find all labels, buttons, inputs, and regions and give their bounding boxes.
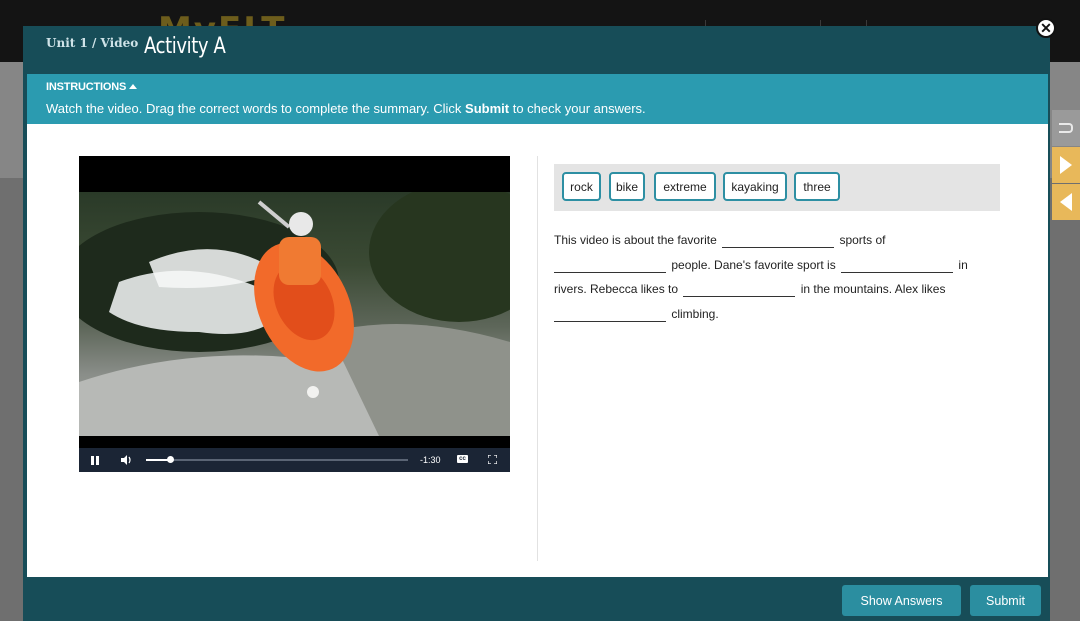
video-controls: -1:30 cc (79, 448, 510, 472)
drop-target-3[interactable] (841, 257, 954, 273)
volume-icon (120, 455, 131, 465)
side-tab-next[interactable] (1052, 147, 1080, 183)
pause-icon-bar (96, 455, 99, 465)
summary-segment: climbing. (671, 306, 719, 321)
time-remaining: -1:30 (420, 455, 441, 465)
instructions-text: Watch the video. Drag the correct words … (46, 101, 646, 116)
summary-segment: rivers. Rebecca likes to (554, 282, 679, 296)
summary-segment: in (958, 257, 968, 272)
word-chip-bike[interactable]: bike (609, 172, 645, 201)
word-chip-three[interactable]: three (794, 172, 840, 201)
word-bank: rock bike extreme kayaking three (554, 164, 1000, 211)
video-seek-bar[interactable] (146, 456, 408, 463)
summary-segment: sports of (839, 233, 886, 247)
seek-handle[interactable] (167, 456, 174, 463)
side-tab-previous[interactable] (1052, 184, 1080, 220)
summary-segment: people. Dane's favorite sport is (671, 257, 836, 272)
column-divider (537, 156, 538, 561)
pause-icon (91, 455, 94, 465)
play-right-icon (1060, 156, 1072, 174)
video-player[interactable]: -1:30 cc (79, 156, 510, 472)
side-tab-loop[interactable] (1052, 110, 1080, 146)
drop-target-2[interactable] (554, 257, 666, 273)
summary-segment: This video is about the favorite (554, 233, 717, 247)
breadcrumb: Unit 1 / Video (46, 36, 139, 50)
summary-text: This video is about the favorite sports … (554, 228, 994, 326)
drop-target-4[interactable] (683, 281, 796, 297)
drop-target-1[interactable] (722, 232, 835, 248)
video-frame-kayaker (79, 192, 510, 436)
word-chip-kayaking[interactable]: kayaking (723, 172, 787, 201)
summary-segment: in the mountains. Alex likes (800, 282, 946, 296)
closed-captions-icon: cc (459, 456, 466, 462)
drop-target-5[interactable] (554, 306, 666, 322)
volume-button[interactable] (119, 452, 133, 468)
word-chip-rock[interactable]: rock (562, 172, 601, 201)
instructions-text-part: to check your answers. (509, 101, 646, 116)
fullscreen-icon[interactable] (488, 455, 497, 464)
activity-content: -1:30 cc rock bike extreme kayaking thre… (27, 124, 1048, 577)
submit-button[interactable]: Submit (970, 585, 1041, 616)
word-chip-extreme[interactable]: extreme (654, 172, 716, 201)
close-modal-button[interactable]: ✕ (1036, 18, 1056, 38)
close-icon: ✕ (1040, 20, 1052, 36)
closed-captions-button[interactable]: cc (457, 455, 468, 463)
instructions-toggle[interactable]: INSTRUCTIONS (46, 81, 138, 93)
kayak-scene-image (79, 192, 510, 436)
play-left-icon (1060, 193, 1072, 211)
modal-header: Unit 1 / Video Activity A (23, 26, 1050, 74)
loop-icon (1059, 123, 1073, 133)
instructions-submit-word: Submit (465, 101, 510, 116)
caret-up-icon (129, 84, 138, 89)
instructions-panel: INSTRUCTIONS Watch the video. Drag the c… (27, 74, 1048, 124)
instructions-text-part: Watch the video. Drag the correct words … (46, 101, 466, 116)
activity-modal: Unit 1 / Video Activity A INSTRUCTIONS W… (23, 26, 1050, 621)
page-title: Activity A (144, 34, 226, 59)
show-answers-button[interactable]: Show Answers (842, 585, 961, 616)
instructions-label: INSTRUCTIONS (46, 81, 127, 93)
pause-button[interactable] (88, 452, 102, 468)
